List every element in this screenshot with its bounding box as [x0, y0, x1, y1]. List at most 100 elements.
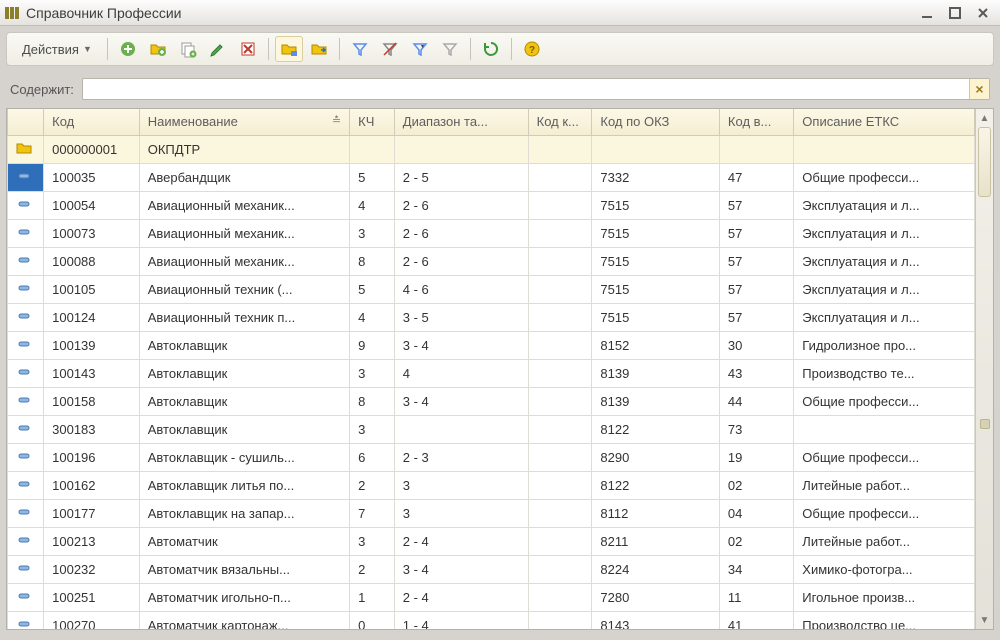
table-row[interactable]: 100213Автоматчик32 - 4821102Литейные раб…	[8, 527, 975, 555]
cell-etks: Эксплуатация и л...	[794, 275, 975, 303]
actions-menu[interactable]: Действия ▼	[13, 36, 101, 62]
cell-diap: 2 - 6	[394, 191, 528, 219]
add-button[interactable]	[114, 36, 142, 62]
cell-kc: 3	[350, 415, 395, 443]
item-icon	[16, 196, 32, 212]
cell-kodv: 04	[719, 499, 793, 527]
cell-kc: 5	[350, 163, 395, 191]
cell-diap: 2 - 3	[394, 443, 528, 471]
cell-okz: 8143	[592, 611, 720, 629]
table-row[interactable]: 100139Автоклавщик93 - 4815230Гидролизное…	[8, 331, 975, 359]
scroll-thumb[interactable]	[978, 127, 991, 197]
clear-filter-button[interactable]: ×	[969, 79, 989, 99]
col-kodv[interactable]: Код в...	[719, 109, 793, 135]
window-title: Справочник Профессии	[26, 5, 910, 21]
table-row[interactable]: 100177Автоклавщик на запар...73811204Общ…	[8, 499, 975, 527]
move-button[interactable]	[305, 36, 333, 62]
help-button[interactable]: ?	[518, 36, 546, 62]
add-folder-button[interactable]	[144, 36, 172, 62]
cell-etks: Эксплуатация и л...	[794, 303, 975, 331]
cell-etks: Литейные работ...	[794, 471, 975, 499]
cell-kodk	[528, 219, 592, 247]
table-row[interactable]: 100054Авиационный механик...42 - 6751557…	[8, 191, 975, 219]
table-row[interactable]: 100270Автоматчик картонаж...01 - 4814341…	[8, 611, 975, 629]
table-row[interactable]: 100143Автоклавщик34813943Производство те…	[8, 359, 975, 387]
cell-kc: 3	[350, 219, 395, 247]
col-diap[interactable]: Диапазон та...	[394, 109, 528, 135]
cell-kodk	[528, 387, 592, 415]
cell-name: Автоматчик вязальны...	[139, 555, 349, 583]
cell-kodk	[528, 611, 592, 629]
cell-okz: 8122	[592, 471, 720, 499]
item-icon	[16, 168, 32, 184]
col-kc[interactable]: КЧ	[350, 109, 395, 135]
minimize-button[interactable]	[916, 3, 938, 23]
col-icon[interactable]	[8, 109, 44, 135]
table-row[interactable]: 100196Автоклавщик - сушиль...62 - 382901…	[8, 443, 975, 471]
cell-icon	[8, 499, 44, 527]
scroll-track[interactable]	[976, 127, 993, 611]
cell-kodk	[528, 527, 592, 555]
cell-okz: 7515	[592, 303, 720, 331]
col-code[interactable]: Код	[44, 109, 140, 135]
table-row[interactable]: 100124Авиационный техник п...43 - 575155…	[8, 303, 975, 331]
col-etks[interactable]: Описание ЕТКС	[794, 109, 975, 135]
hierarchy-button[interactable]	[275, 36, 303, 62]
cell-kodk	[528, 555, 592, 583]
scroll-up-button[interactable]: ▲	[976, 109, 993, 127]
scroll-down-button[interactable]: ▼	[976, 611, 993, 629]
cell-name: Автоклавщик	[139, 359, 349, 387]
cell-icon	[8, 331, 44, 359]
edit-button[interactable]	[204, 36, 232, 62]
table-row[interactable]: 100158Автоклавщик83 - 4813944Общие профе…	[8, 387, 975, 415]
table-row[interactable]: 100162Автоклавщик литья по...23812202Лит…	[8, 471, 975, 499]
filter-button[interactable]	[346, 36, 374, 62]
delete-button[interactable]	[234, 36, 262, 62]
table-row[interactable]: 100035Авербандщик52 - 5733247Общие профе…	[8, 163, 975, 191]
cell-name: Автоматчик картонаж...	[139, 611, 349, 629]
table-row[interactable]: 100232Автоматчик вязальны...23 - 4822434…	[8, 555, 975, 583]
cell-kodv: 57	[719, 191, 793, 219]
cell-kodk	[528, 275, 592, 303]
table-row[interactable]: 000000001ОКПДТР	[8, 135, 975, 163]
table-row[interactable]: 100105Авиационный техник (...54 - 675155…	[8, 275, 975, 303]
col-name[interactable]: Наименование≛	[139, 109, 349, 135]
table-row[interactable]: 300183Автоклавщик3812273	[8, 415, 975, 443]
cell-kodk	[528, 583, 592, 611]
cell-name: Авиационный механик...	[139, 247, 349, 275]
col-kodk[interactable]: Код к...	[528, 109, 592, 135]
cell-okz: 7515	[592, 275, 720, 303]
item-icon	[16, 224, 32, 240]
cell-icon	[8, 387, 44, 415]
cell-kodv: 57	[719, 275, 793, 303]
col-okz[interactable]: Код по ОКЗ	[592, 109, 720, 135]
cell-kodv: 57	[719, 247, 793, 275]
filter-input-wrap: ×	[82, 78, 990, 100]
table-row[interactable]: 100088Авиационный механик...82 - 6751557…	[8, 247, 975, 275]
table-row[interactable]: 100073Авиационный механик...32 - 6751557…	[8, 219, 975, 247]
item-icon	[16, 308, 32, 324]
cell-name: Авиационный техник п...	[139, 303, 349, 331]
close-button[interactable]	[972, 3, 994, 23]
table-row[interactable]: 100251Автоматчик игольно-п...12 - 472801…	[8, 583, 975, 611]
cell-kodv: 11	[719, 583, 793, 611]
filter-off-button[interactable]	[376, 36, 404, 62]
cell-okz: 7515	[592, 247, 720, 275]
filter-settings-button[interactable]: ▾	[406, 36, 434, 62]
cell-code: 000000001	[44, 135, 140, 163]
refresh-button[interactable]	[477, 36, 505, 62]
vertical-scrollbar[interactable]: ▲ ▼	[975, 109, 993, 629]
cell-code: 100177	[44, 499, 140, 527]
item-icon	[16, 504, 32, 520]
maximize-button[interactable]	[944, 3, 966, 23]
cell-kodv: 19	[719, 443, 793, 471]
filter-input[interactable]	[82, 78, 990, 100]
cell-kodk	[528, 499, 592, 527]
filter-clear-button[interactable]	[436, 36, 464, 62]
cell-okz: 8290	[592, 443, 720, 471]
copy-button[interactable]	[174, 36, 202, 62]
cell-kodv: 43	[719, 359, 793, 387]
cell-etks: Эксплуатация и л...	[794, 219, 975, 247]
cell-okz: 7515	[592, 219, 720, 247]
data-grid[interactable]: Код Наименование≛ КЧ Диапазон та... Код …	[7, 109, 975, 629]
